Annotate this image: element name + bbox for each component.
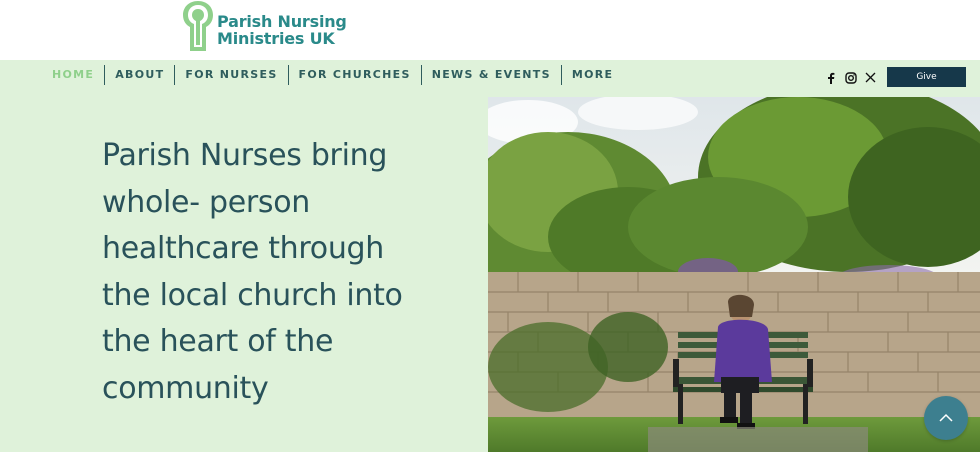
hero-heading: Parish Nurses bring whole- person health… (102, 138, 403, 406)
nav-item-news-events[interactable]: NEWS & EVENTS (420, 65, 561, 85)
main-nav: HOME ABOUT FOR NURSES FOR CHURCHES NEWS … (42, 65, 623, 85)
logo-line-1: Parish Nursing (217, 12, 347, 31)
facebook-icon[interactable] (824, 71, 837, 84)
main-navigation-bar: HOME ABOUT FOR NURSES FOR CHURCHES NEWS … (0, 60, 980, 97)
chevron-up-icon (939, 413, 953, 422)
nurse-on-bench-image (488, 97, 980, 452)
hero-photo (488, 97, 980, 452)
nav-item-for-churches[interactable]: FOR CHURCHES (287, 65, 421, 85)
site-logo[interactable]: Parish Nursing Ministries UK (182, 0, 347, 52)
nav-item-about[interactable]: ABOUT (104, 65, 174, 85)
site-header: Parish Nursing Ministries UK (0, 0, 980, 60)
social-links (824, 71, 877, 84)
nav-item-for-nurses[interactable]: FOR NURSES (174, 65, 287, 85)
give-button[interactable]: Give (887, 67, 966, 87)
logo-text: Parish Nursing Ministries UK (217, 13, 347, 47)
x-icon[interactable] (864, 71, 877, 84)
hero-text-panel: Parish Nurses bring whole- person health… (0, 97, 488, 452)
logo-line-2: Ministries UK (217, 29, 335, 48)
keyhole-logo-icon (183, 1, 213, 51)
scroll-to-top-button[interactable] (924, 396, 968, 440)
nav-item-more[interactable]: MORE (560, 65, 623, 85)
nav-item-home[interactable]: HOME (42, 65, 104, 85)
instagram-icon[interactable] (844, 71, 857, 84)
